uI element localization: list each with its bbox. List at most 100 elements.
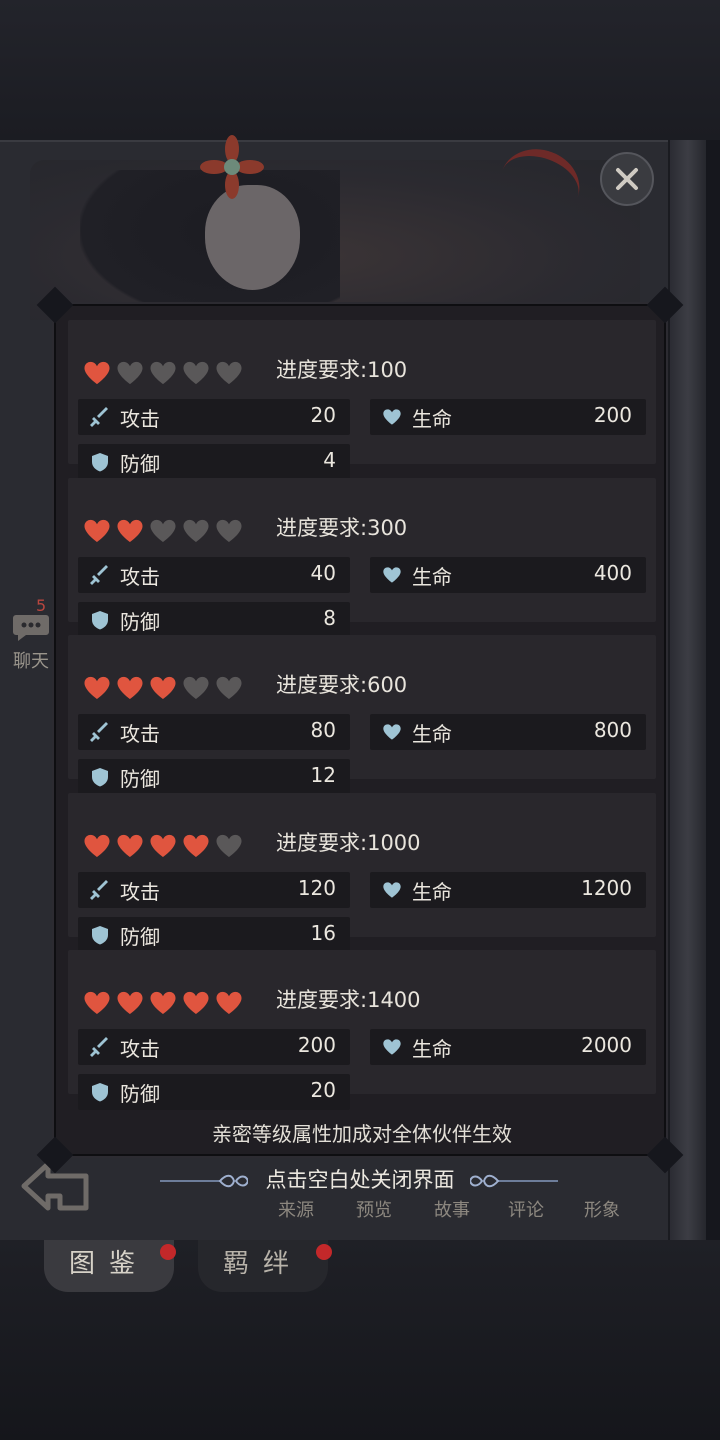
stat-value-defense: 12 <box>310 763 336 787</box>
shield-icon <box>92 1083 108 1102</box>
shield-icon <box>92 768 108 787</box>
tier-hearts <box>82 673 247 703</box>
character-face <box>205 185 300 290</box>
stat-row-attack: 攻击 200 <box>78 1029 350 1065</box>
tier-requirement: 进度要求:600 <box>276 669 407 699</box>
heart-icon <box>383 724 401 740</box>
heart-filled-icon <box>84 361 110 385</box>
stat-value-attack: 20 <box>310 403 336 427</box>
stat-value-life: 800 <box>593 718 632 742</box>
stat-label-life: 生命 <box>412 722 452 746</box>
heart-icon <box>383 882 401 898</box>
heart-empty-icon <box>117 361 143 385</box>
heart-empty-icon <box>216 361 242 385</box>
stat-label-attack: 攻击 <box>120 407 160 431</box>
intimacy-tier: 进度要求:600 攻击 80 生命 800 防御 12 <box>68 635 656 795</box>
stat-row-defense: 防御 20 <box>78 1074 350 1110</box>
stat-label-attack: 攻击 <box>120 565 160 589</box>
requirement-label: 进度要求: <box>276 516 368 540</box>
heart-icon <box>383 409 401 425</box>
heart-empty-icon <box>216 676 242 700</box>
stat-value-attack: 80 <box>310 718 336 742</box>
close-icon <box>616 168 638 190</box>
requirement-label: 进度要求: <box>276 988 368 1012</box>
stat-row-life: 生命 1200 <box>370 872 646 908</box>
top-bar-background <box>0 0 720 140</box>
stat-row-attack: 攻击 120 <box>78 872 350 908</box>
heart-filled-icon <box>183 991 209 1015</box>
heart-empty-icon <box>150 519 176 543</box>
stat-label-defense: 防御 <box>120 767 160 791</box>
shield-icon <box>92 453 108 472</box>
stat-value-attack: 120 <box>297 876 336 900</box>
intimacy-tier: 进度要求:100 攻击 20 生命 200 防御 4 <box>68 320 656 480</box>
heart-filled-icon <box>150 834 176 858</box>
chat-button[interactable]: 聊天 <box>8 612 54 673</box>
heart-empty-icon <box>183 519 209 543</box>
heart-filled-icon <box>117 991 143 1015</box>
stat-label-attack: 攻击 <box>120 880 160 904</box>
tier-requirement: 进度要求:1400 <box>276 984 421 1014</box>
nav-preview[interactable]: 预览 <box>356 1196 392 1222</box>
chat-label: 聊天 <box>13 651 49 672</box>
flower-ornament-icon <box>200 135 264 199</box>
stat-label-attack: 攻击 <box>120 1037 160 1061</box>
stat-label-defense: 防御 <box>120 610 160 634</box>
stat-label-life: 生命 <box>412 565 452 589</box>
stat-row-life: 生命 200 <box>370 399 646 435</box>
stat-label-life: 生命 <box>412 407 452 431</box>
stat-row-life: 生命 2000 <box>370 1029 646 1065</box>
shield-icon <box>92 926 108 945</box>
tab-atlas[interactable]: 图鉴 <box>44 1240 174 1292</box>
intimacy-tier: 进度要求:300 攻击 40 生命 400 防御 8 <box>68 478 656 638</box>
close-button[interactable] <box>600 152 654 206</box>
requirement-label: 进度要求: <box>276 673 368 697</box>
stat-row-defense: 防御 12 <box>78 759 350 795</box>
nav-story[interactable]: 故事 <box>434 1196 470 1222</box>
stat-value-attack: 40 <box>310 561 336 585</box>
requirement-value: 600 <box>367 673 408 697</box>
requirement-label: 进度要求: <box>276 358 368 382</box>
stat-value-life: 1200 <box>581 876 632 900</box>
tier-hearts <box>82 358 247 388</box>
heart-filled-icon <box>117 676 143 700</box>
heart-filled-icon <box>183 834 209 858</box>
stat-row-defense: 防御 4 <box>78 444 350 480</box>
requirement-value: 100 <box>367 358 408 382</box>
stat-value-defense: 20 <box>310 1078 336 1102</box>
stat-row-attack: 攻击 20 <box>78 399 350 435</box>
requirement-value: 300 <box>367 516 408 540</box>
stat-row-defense: 防御 8 <box>78 602 350 638</box>
shield-icon <box>92 611 108 630</box>
stat-value-defense: 8 <box>323 606 336 630</box>
stat-value-attack: 200 <box>297 1033 336 1057</box>
stat-label-defense: 防御 <box>120 452 160 476</box>
stat-row-attack: 攻击 80 <box>78 714 350 750</box>
nav-source[interactable]: 来源 <box>278 1196 314 1222</box>
tier-hearts <box>82 516 247 546</box>
heart-filled-icon <box>150 991 176 1015</box>
tab-bond-notification-dot <box>316 1244 332 1260</box>
heart-filled-icon <box>84 991 110 1015</box>
heart-empty-icon <box>150 361 176 385</box>
sword-icon <box>90 565 108 585</box>
heart-icon <box>383 567 401 583</box>
nav-comments[interactable]: 评论 <box>508 1196 544 1222</box>
sword-icon <box>90 407 108 427</box>
requirement-value: 1400 <box>367 988 421 1012</box>
requirement-label: 进度要求: <box>276 831 368 855</box>
intimacy-bonus-panel: 进度要求:100 攻击 20 生命 200 防御 4 进度要求:300 攻击 40 生命 400 防御 8… <box>36 286 684 1174</box>
stat-row-attack: 攻击 40 <box>78 557 350 593</box>
heart-empty-icon <box>216 519 242 543</box>
stat-row-life: 生命 400 <box>370 557 646 593</box>
stat-value-defense: 16 <box>310 921 336 945</box>
chat-bubble-icon <box>13 615 49 641</box>
intimacy-tier: 进度要求:1000 攻击 120 生命 1200 防御 16 <box>68 793 656 953</box>
heart-empty-icon <box>216 834 242 858</box>
stat-label-defense: 防御 <box>120 1082 160 1106</box>
intimacy-tier: 进度要求:1400 攻击 200 生命 2000 防御 20 <box>68 950 656 1110</box>
nav-appearance[interactable]: 形象 <box>584 1196 620 1222</box>
heart-empty-icon <box>183 676 209 700</box>
tab-bond[interactable]: 羁绊 <box>198 1240 328 1292</box>
heart-icon <box>383 1039 401 1055</box>
